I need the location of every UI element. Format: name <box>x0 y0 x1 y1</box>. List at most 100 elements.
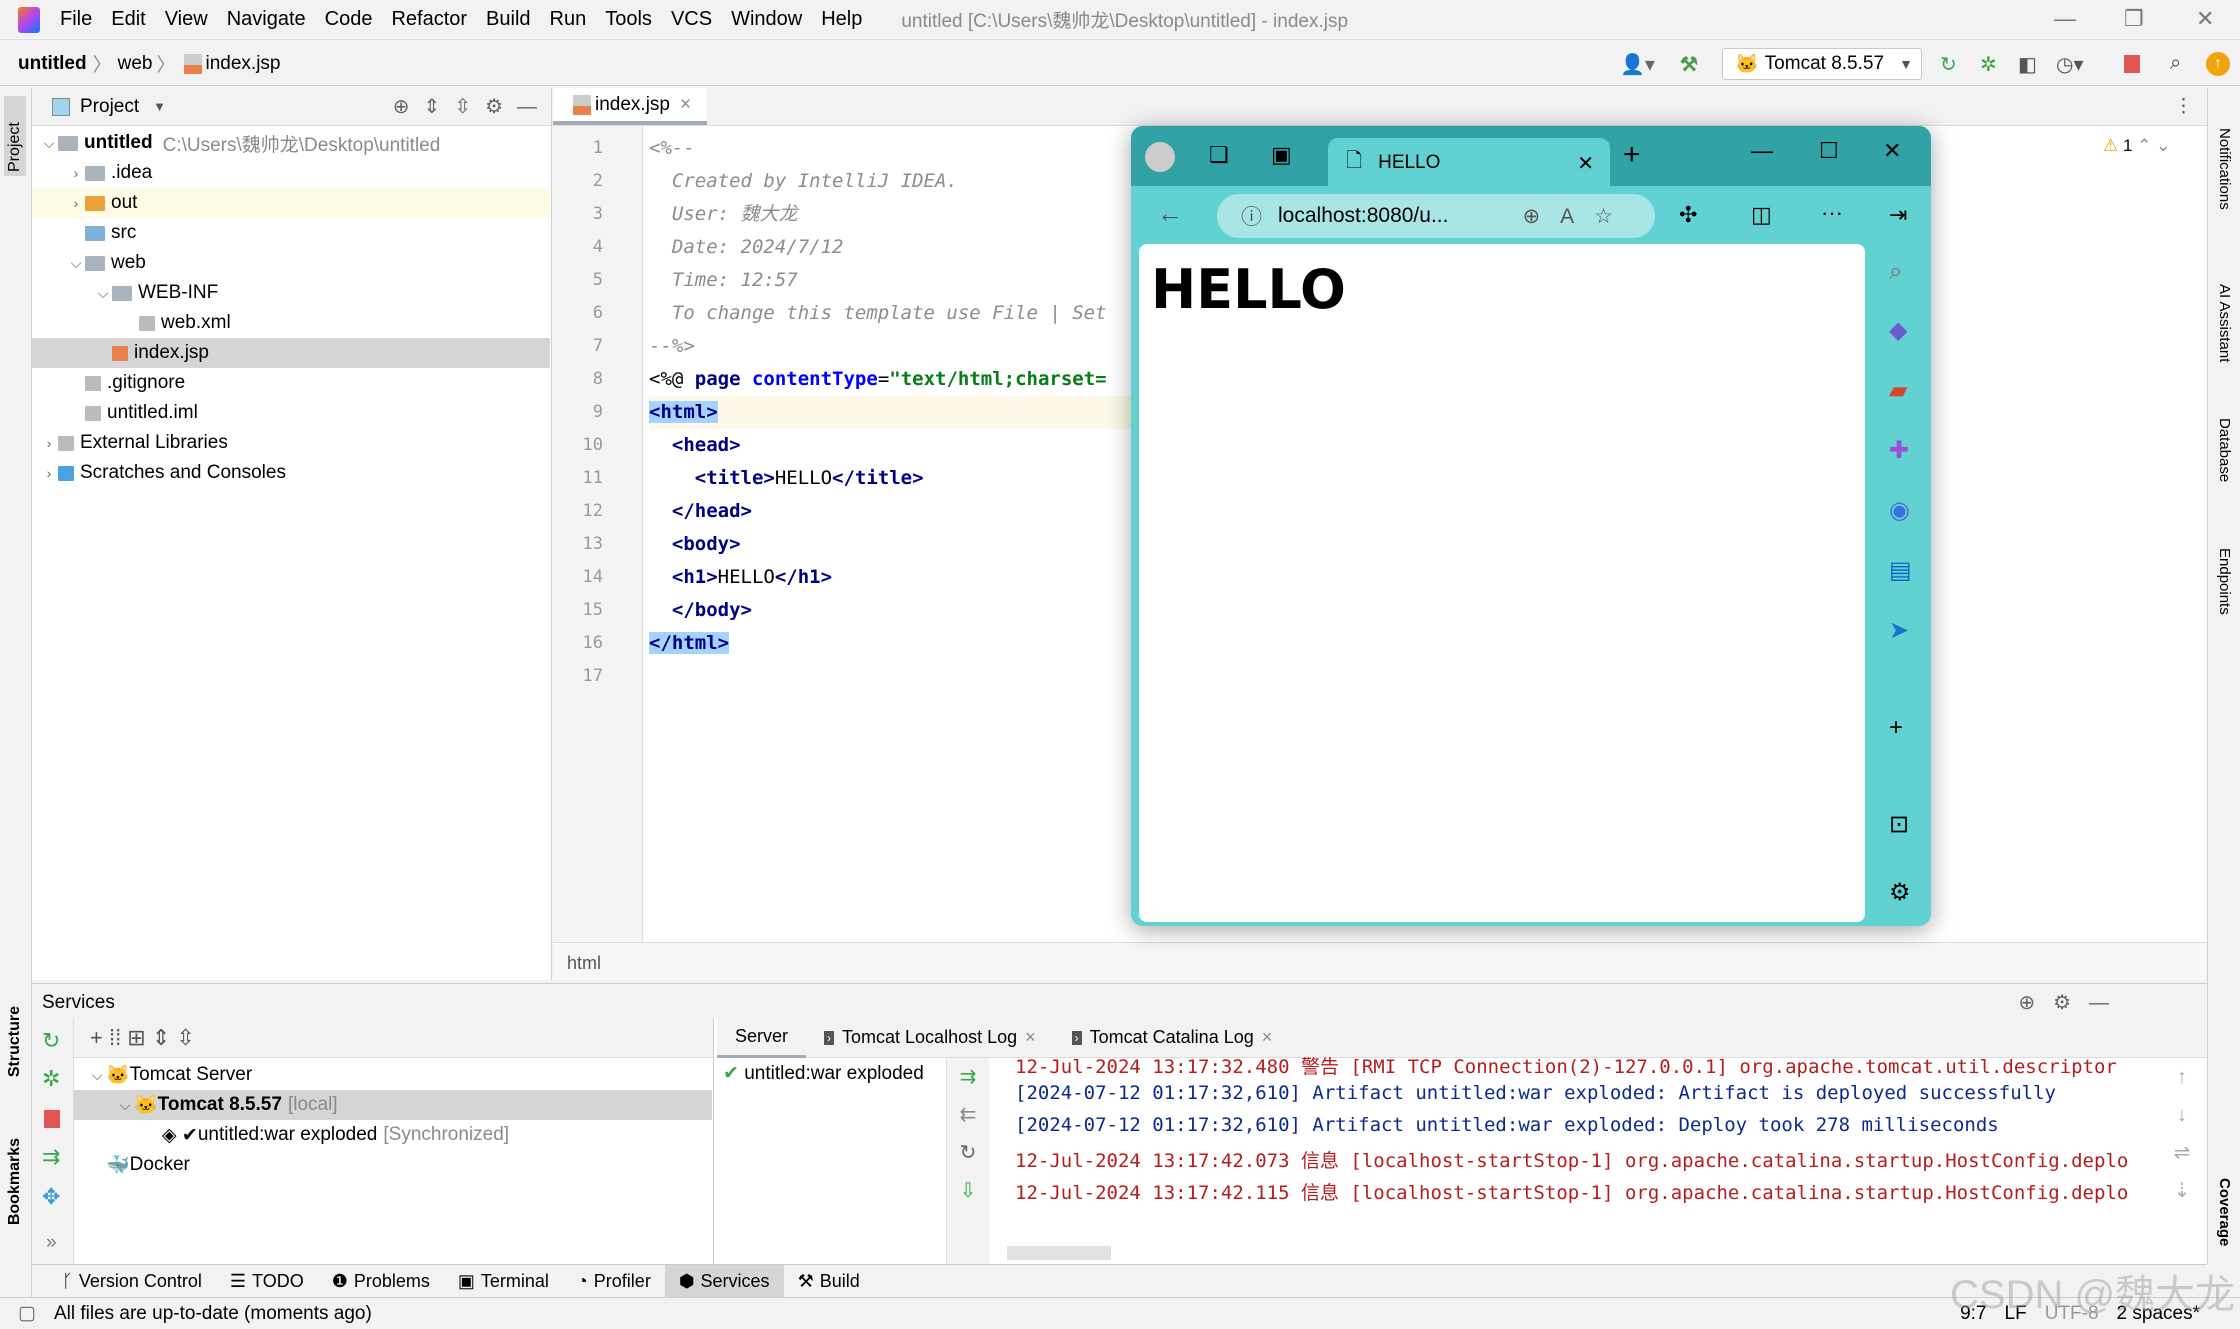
breadcrumb-file[interactable]: index.jsp <box>206 53 281 75</box>
chevron-down-icon[interactable]: ⌵ <box>67 255 85 272</box>
chevron-right-icon[interactable]: › <box>40 435 58 451</box>
restore-icon[interactable]: ❐ <box>2124 6 2144 32</box>
deploy-icon[interactable]: ⇉ <box>42 1144 60 1170</box>
vertical-tabs-icon[interactable]: ▣ <box>1271 142 1292 168</box>
coverage-icon[interactable]: ◧ <box>2018 52 2037 77</box>
code-line[interactable]: </head> <box>649 495 752 528</box>
chevron-right-icon[interactable]: › <box>40 465 58 481</box>
tree-item[interactable]: web.xml <box>32 308 550 338</box>
outlook-icon[interactable]: ▤ <box>1889 556 1912 585</box>
artifact-icon[interactable]: ✥ <box>42 1184 60 1210</box>
chevron-down-icon[interactable]: ⌵ <box>88 1067 106 1084</box>
tool-tab-services[interactable]: ⬢ Services <box>664 1264 784 1298</box>
back-icon[interactable]: ← <box>1157 198 1183 229</box>
status-toggle-icon[interactable]: ▢ <box>18 1302 36 1325</box>
code-line[interactable]: Time: 12:57 <box>649 264 798 297</box>
code-line[interactable]: <body> <box>649 528 741 561</box>
code-line[interactable]: Date: 2024/7/12 <box>649 231 844 264</box>
menu-view[interactable]: View <box>165 8 208 31</box>
close-icon[interactable]: ✕ <box>2196 6 2214 32</box>
chevron-right-icon[interactable]: › <box>67 165 85 181</box>
menu-refactor[interactable]: Refactor <box>391 8 467 31</box>
debug-icon[interactable]: ✲ <box>1980 52 1997 77</box>
tool-tab-problems[interactable]: ❶ Problems <box>318 1265 444 1298</box>
service-item[interactable]: ◈ ✔ untitled:war exploded [Synchronized] <box>74 1120 712 1150</box>
tree-item[interactable]: › Scratches and Consoles <box>32 458 550 488</box>
browser-tab-hello[interactable]: 🗋 HELLO ✕ <box>1328 138 1610 188</box>
close-tab-icon[interactable]: ✕ <box>1577 151 1594 176</box>
deployment-item[interactable]: ✔ untitled:war exploded <box>717 1058 946 1089</box>
project-panel-actions[interactable]: ⊕⇕⇳⚙— <box>393 94 551 119</box>
user-icon[interactable]: 👤▾ <box>1620 52 1655 77</box>
warnings-indicator[interactable]: ⚠ 1 ⌃ ⌄ <box>2103 136 2170 156</box>
close-window-icon[interactable]: ✕ <box>1883 138 1901 164</box>
services-header-actions[interactable]: ⊕⚙— <box>2018 990 2127 1015</box>
code-line[interactable]: User: 魏大龙 <box>649 198 798 231</box>
build-hammer-icon[interactable]: ⚒ <box>1680 52 1698 77</box>
tree-item[interactable]: ⌵ WEB-INF <box>32 278 550 308</box>
debug-icon[interactable]: ✲ <box>42 1066 60 1092</box>
menu-tools[interactable]: Tools <box>605 8 652 31</box>
code-line[interactable]: <%-- <box>649 132 695 165</box>
screenshot-icon[interactable]: ⊡ <box>1889 810 1909 839</box>
endpoints-tool-button[interactable]: Endpoints <box>2216 548 2233 615</box>
code-line[interactable]: --%> <box>649 330 695 363</box>
more-icon[interactable]: ··· <box>1821 200 1843 226</box>
chevron-down-icon[interactable]: ⌵ <box>116 1097 134 1114</box>
extensions-icon[interactable]: ✣ <box>1679 202 1697 228</box>
settings-icon[interactable]: ⚙ <box>1889 878 1911 907</box>
service-item[interactable]: ⌵ 🐱 Tomcat 8.5.57 [local] <box>74 1090 712 1120</box>
code-line[interactable]: </body> <box>649 594 752 627</box>
code-line[interactable]: <head> <box>649 429 741 462</box>
tree-item[interactable]: .gitignore <box>32 368 550 398</box>
tool-tab-terminal[interactable]: ▣ Terminal <box>444 1265 563 1298</box>
rerun-icon[interactable]: ↻ <box>42 1028 60 1054</box>
editor-breadcrumb[interactable]: html <box>553 942 2207 980</box>
code-line[interactable]: <title>HELLO</title> <box>649 462 924 495</box>
address-bar[interactable]: ⓘ localhost:8080/u... ⊕A☆ <box>1217 194 1655 238</box>
search-icon[interactable]: ⌕ <box>1889 258 1902 286</box>
tool-tab-profiler[interactable]: ◔ Profiler <box>563 1265 665 1298</box>
project-view-select[interactable]: Project <box>80 96 139 118</box>
menu-help[interactable]: Help <box>821 8 862 31</box>
service-item[interactable]: 🐳 Docker <box>74 1150 712 1180</box>
tree-item[interactable]: src <box>32 218 550 248</box>
breadcrumb-web[interactable]: web <box>118 53 153 75</box>
split-screen-icon[interactable]: ◫ <box>1751 202 1772 228</box>
sidebar-toggle-icon[interactable]: ⇥ <box>1889 202 1907 228</box>
code-line[interactable]: To change this template use File | Set <box>649 297 1107 330</box>
code-line[interactable]: <%@ page contentType="text/html;charset= <box>649 363 1107 396</box>
tool-tab-todo[interactable]: ☰ TODO <box>216 1265 318 1298</box>
tool-tab-build[interactable]: ⚒ Build <box>784 1265 874 1298</box>
tree-item[interactable]: › .idea <box>32 158 550 188</box>
deployment-actions[interactable]: ⇉ ⇇ ↻ ⇩ <box>947 1058 989 1265</box>
menu-build[interactable]: Build <box>486 8 530 31</box>
close-tab-icon[interactable]: × <box>680 94 691 116</box>
profile-avatar[interactable] <box>1145 142 1175 172</box>
profile-icon[interactable]: ◷▾ <box>2056 52 2084 77</box>
tree-item[interactable]: untitled.iml <box>32 398 550 428</box>
tab-server[interactable]: Server <box>717 1018 807 1058</box>
copilot-icon[interactable]: ◉ <box>1889 496 1910 525</box>
chevron-down-icon[interactable]: ▼ <box>153 99 166 114</box>
menu-code[interactable]: Code <box>325 8 373 31</box>
tool-tab-version-control[interactable]: ᚴ Version Control <box>48 1265 216 1298</box>
tree-item[interactable]: › External Libraries <box>32 428 550 458</box>
code-line[interactable]: <h1>HELLO</h1> <box>649 561 832 594</box>
menu-window[interactable]: Window <box>731 8 802 31</box>
coverage-tool-button[interactable]: Coverage <box>2216 1178 2233 1246</box>
console-actions[interactable]: ↑ ↓ ⇌ ⇣ <box>2157 1058 2207 1265</box>
tree-item[interactable]: index.jsp <box>32 338 550 368</box>
stop-icon[interactable] <box>2124 55 2140 73</box>
more-icon[interactable]: » <box>46 1232 57 1254</box>
add-icon[interactable]: + <box>1889 714 1903 742</box>
search-icon[interactable]: ⌕ <box>2170 52 2181 75</box>
minimize-icon[interactable]: — <box>2054 6 2076 32</box>
tree-item[interactable]: ⌵ untitled C:\Users\魏帅龙\Desktop\untitled <box>32 128 550 158</box>
site-info-icon[interactable]: ⓘ <box>1241 201 1262 231</box>
run-configuration-select[interactable]: 🐱 Tomcat 8.5.57 ▼ <box>1722 48 1922 80</box>
menu-file[interactable]: File <box>60 8 92 31</box>
send-icon[interactable]: ➤ <box>1889 616 1909 645</box>
service-item[interactable]: ⌵ 🐱 Tomcat Server <box>74 1060 712 1090</box>
chevron-down-icon[interactable]: ⌵ <box>40 135 58 152</box>
